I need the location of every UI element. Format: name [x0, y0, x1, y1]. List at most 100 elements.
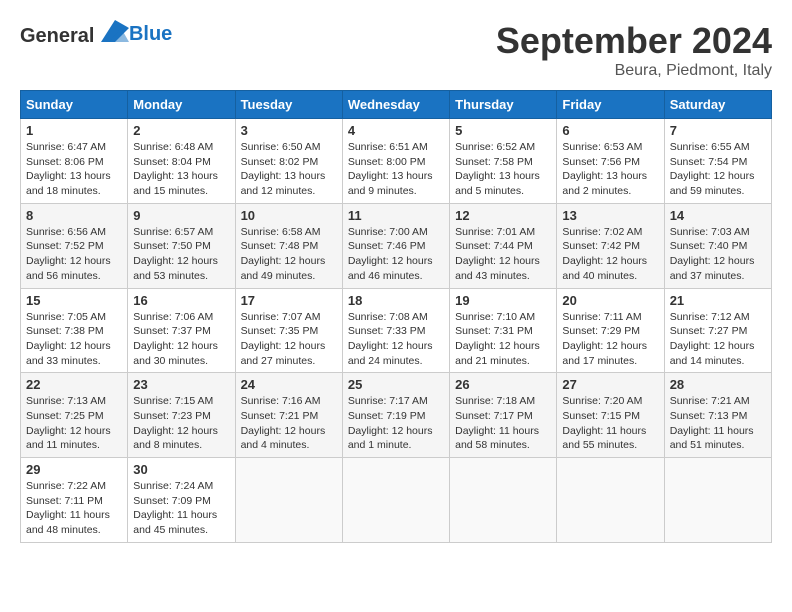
- calendar-cell: 4Sunrise: 6:51 AMSunset: 8:00 PMDaylight…: [342, 119, 449, 204]
- logo-icon: [101, 20, 129, 42]
- day-number: 19: [455, 293, 551, 308]
- calendar-cell: 8 Sunrise: 6:56 AMSunset: 7:52 PMDaylight…: [21, 203, 128, 288]
- day-detail: Sunrise: 7:08 AMSunset: 7:33 PMDaylight:…: [348, 310, 444, 369]
- day-detail: Sunrise: 6:56 AMSunset: 7:52 PMDaylight:…: [26, 225, 122, 284]
- calendar-cell: 29 Sunrise: 7:22 AMSunset: 7:11 PMDayligh…: [21, 458, 128, 543]
- logo-blue: Blue: [129, 23, 172, 45]
- calendar-cell: 30 Sunrise: 7:24 AMSunset: 7:09 PMDayligh…: [128, 458, 235, 543]
- col-header-wednesday: Wednesday: [342, 91, 449, 119]
- day-detail: Sunrise: 6:48 AMSunset: 8:04 PMDaylight:…: [133, 140, 229, 199]
- calendar-cell: 28 Sunrise: 7:21 AMSunset: 7:13 PMDayligh…: [664, 373, 771, 458]
- day-detail: Sunrise: 7:10 AMSunset: 7:31 PMDaylight:…: [455, 310, 551, 369]
- day-number: 28: [670, 377, 766, 392]
- day-detail: Sunrise: 7:12 AMSunset: 7:27 PMDaylight:…: [670, 310, 766, 369]
- calendar-cell: 17 Sunrise: 7:07 AMSunset: 7:35 PMDayligh…: [235, 288, 342, 373]
- day-number: 3: [241, 123, 337, 138]
- calendar-cell: 11 Sunrise: 7:00 AMSunset: 7:46 PMDayligh…: [342, 203, 449, 288]
- calendar-cell: 24Sunrise: 7:16 AMSunset: 7:21 PMDayligh…: [235, 373, 342, 458]
- day-detail: Sunrise: 6:53 AMSunset: 7:56 PMDaylight:…: [562, 140, 658, 199]
- calendar-cell: [342, 458, 449, 543]
- col-header-saturday: Saturday: [664, 91, 771, 119]
- day-number: 6: [562, 123, 658, 138]
- day-number: 7: [670, 123, 766, 138]
- calendar-cell: 6 Sunrise: 6:53 AMSunset: 7:56 PMDaylight…: [557, 119, 664, 204]
- day-number: 12: [455, 208, 551, 223]
- day-detail: Sunrise: 7:00 AMSunset: 7:46 PMDaylight:…: [348, 225, 444, 284]
- title-section: September 2024 Beura, Piedmont, Italy: [496, 20, 772, 80]
- col-header-sunday: Sunday: [21, 91, 128, 119]
- day-number: 26: [455, 377, 551, 392]
- calendar-cell: 16 Sunrise: 7:06 AMSunset: 7:37 PMDayligh…: [128, 288, 235, 373]
- day-detail: Sunrise: 7:24 AMSunset: 7:09 PMDaylight:…: [133, 479, 229, 538]
- calendar-cell: 5 Sunrise: 6:52 AMSunset: 7:58 PMDaylight…: [450, 119, 557, 204]
- day-number: 17: [241, 293, 337, 308]
- day-detail: Sunrise: 7:17 AMSunset: 7:19 PMDaylight:…: [348, 394, 444, 453]
- calendar-cell: 27Sunrise: 7:20 AMSunset: 7:15 PMDayligh…: [557, 373, 664, 458]
- day-number: 1: [26, 123, 122, 138]
- week-row-3: 15 Sunrise: 7:05 AMSunset: 7:38 PMDayligh…: [21, 288, 772, 373]
- day-detail: Sunrise: 6:51 AMSunset: 8:00 PMDaylight:…: [348, 140, 444, 199]
- day-number: 21: [670, 293, 766, 308]
- week-row-2: 8 Sunrise: 6:56 AMSunset: 7:52 PMDaylight…: [21, 203, 772, 288]
- day-number: 5: [455, 123, 551, 138]
- calendar-cell: 13 Sunrise: 7:02 AMSunset: 7:42 PMDayligh…: [557, 203, 664, 288]
- calendar-cell: 1 Sunrise: 6:47 AMSunset: 8:06 PMDaylight…: [21, 119, 128, 204]
- logo: General Blue: [20, 20, 172, 48]
- day-detail: Sunrise: 7:22 AMSunset: 7:11 PMDaylight:…: [26, 479, 122, 538]
- calendar-cell: [450, 458, 557, 543]
- day-number: 13: [562, 208, 658, 223]
- day-detail: Sunrise: 7:21 AMSunset: 7:13 PMDaylight:…: [670, 394, 766, 453]
- day-detail: Sunrise: 6:57 AMSunset: 7:50 PMDaylight:…: [133, 225, 229, 284]
- day-number: 23: [133, 377, 229, 392]
- day-number: 11: [348, 208, 444, 223]
- calendar-cell: [235, 458, 342, 543]
- col-header-tuesday: Tuesday: [235, 91, 342, 119]
- week-row-1: 1 Sunrise: 6:47 AMSunset: 8:06 PMDaylight…: [21, 119, 772, 204]
- day-number: 18: [348, 293, 444, 308]
- day-detail: Sunrise: 6:55 AMSunset: 7:54 PMDaylight:…: [670, 140, 766, 199]
- calendar-cell: 26 Sunrise: 7:18 AMSunset: 7:17 PMDayligh…: [450, 373, 557, 458]
- day-detail: Sunrise: 7:06 AMSunset: 7:37 PMDaylight:…: [133, 310, 229, 369]
- day-number: 25: [348, 377, 444, 392]
- day-detail: Sunrise: 6:50 AMSunset: 8:02 PMDaylight:…: [241, 140, 337, 199]
- day-number: 9: [133, 208, 229, 223]
- calendar-cell: 23Sunrise: 7:15 AMSunset: 7:23 PMDayligh…: [128, 373, 235, 458]
- calendar-cell: 18 Sunrise: 7:08 AMSunset: 7:33 PMDayligh…: [342, 288, 449, 373]
- day-number: 10: [241, 208, 337, 223]
- calendar-cell: 22Sunrise: 7:13 AMSunset: 7:25 PMDayligh…: [21, 373, 128, 458]
- col-header-thursday: Thursday: [450, 91, 557, 119]
- location: Beura, Piedmont, Italy: [496, 62, 772, 80]
- day-detail: Sunrise: 7:16 AMSunset: 7:21 PMDaylight:…: [241, 394, 337, 453]
- calendar-header-row: SundayMondayTuesdayWednesdayThursdayFrid…: [21, 91, 772, 119]
- week-row-5: 29 Sunrise: 7:22 AMSunset: 7:11 PMDayligh…: [21, 458, 772, 543]
- day-number: 2: [133, 123, 229, 138]
- col-header-monday: Monday: [128, 91, 235, 119]
- calendar-cell: 25 Sunrise: 7:17 AMSunset: 7:19 PMDayligh…: [342, 373, 449, 458]
- col-header-friday: Friday: [557, 91, 664, 119]
- day-number: 16: [133, 293, 229, 308]
- day-number: 15: [26, 293, 122, 308]
- day-number: 30: [133, 462, 229, 477]
- day-number: 29: [26, 462, 122, 477]
- day-detail: Sunrise: 7:11 AMSunset: 7:29 PMDaylight:…: [562, 310, 658, 369]
- day-number: 8: [26, 208, 122, 223]
- day-detail: Sunrise: 6:47 AMSunset: 8:06 PMDaylight:…: [26, 140, 122, 199]
- day-detail: Sunrise: 7:18 AMSunset: 7:17 PMDaylight:…: [455, 394, 551, 453]
- calendar-cell: 14Sunrise: 7:03 AMSunset: 7:40 PMDayligh…: [664, 203, 771, 288]
- day-number: 20: [562, 293, 658, 308]
- calendar-cell: 3 Sunrise: 6:50 AMSunset: 8:02 PMDaylight…: [235, 119, 342, 204]
- month-title: September 2024: [496, 20, 772, 62]
- calendar-cell: 10 Sunrise: 6:58 AMSunset: 7:48 PMDayligh…: [235, 203, 342, 288]
- day-detail: Sunrise: 7:02 AMSunset: 7:42 PMDaylight:…: [562, 225, 658, 284]
- calendar-cell: 12Sunrise: 7:01 AMSunset: 7:44 PMDayligh…: [450, 203, 557, 288]
- day-detail: Sunrise: 6:52 AMSunset: 7:58 PMDaylight:…: [455, 140, 551, 199]
- day-detail: Sunrise: 7:07 AMSunset: 7:35 PMDaylight:…: [241, 310, 337, 369]
- logo-general: General: [20, 25, 94, 47]
- calendar-cell: 21 Sunrise: 7:12 AMSunset: 7:27 PMDayligh…: [664, 288, 771, 373]
- calendar-cell: 7 Sunrise: 6:55 AMSunset: 7:54 PMDaylight…: [664, 119, 771, 204]
- calendar-cell: [664, 458, 771, 543]
- day-number: 14: [670, 208, 766, 223]
- day-detail: Sunrise: 6:58 AMSunset: 7:48 PMDaylight:…: [241, 225, 337, 284]
- calendar-cell: 19 Sunrise: 7:10 AMSunset: 7:31 PMDayligh…: [450, 288, 557, 373]
- day-detail: Sunrise: 7:05 AMSunset: 7:38 PMDaylight:…: [26, 310, 122, 369]
